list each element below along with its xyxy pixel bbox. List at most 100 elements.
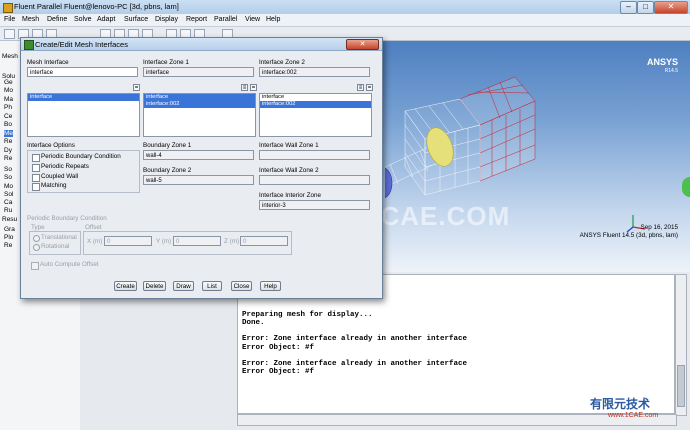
nav-item[interactable]: Bo — [4, 121, 12, 128]
nav-item[interactable]: So — [4, 166, 12, 173]
close-button[interactable]: Close — [231, 281, 252, 291]
rotational-radio[interactable] — [33, 244, 40, 251]
nav-header-results[interactable]: Resu — [2, 216, 17, 223]
periodic-bc-checkbox[interactable] — [32, 154, 40, 162]
interface-zone1-list[interactable]: interface interface:002 — [143, 93, 256, 137]
help-button[interactable]: Help — [260, 281, 281, 291]
maximize-button[interactable]: □ — [637, 1, 654, 14]
mesh-geometry — [385, 76, 536, 198]
menu-display[interactable]: Display — [155, 16, 178, 23]
interface-zone2-label: Interface Zone 2 — [259, 59, 305, 66]
mesh-interface-input[interactable]: interface — [27, 67, 138, 77]
nav-item[interactable]: Mo — [4, 183, 13, 190]
menu-help[interactable]: Help — [266, 16, 280, 23]
nav-item[interactable]: Re — [4, 155, 12, 162]
draw-button[interactable]: Draw — [173, 281, 194, 291]
mesh-interface-list[interactable]: interface — [27, 93, 140, 137]
menu-mesh[interactable]: Mesh — [22, 16, 39, 23]
nav-item[interactable]: Gra — [4, 226, 15, 233]
side-tab-icon[interactable] — [682, 177, 690, 197]
window-title: Fluent Parallel Fluent@lenovo-PC [3d, pb… — [14, 2, 179, 11]
nav-item[interactable]: Ge — [4, 79, 13, 86]
deselect-all-button[interactable]: = — [133, 84, 140, 91]
menu-parallel[interactable]: Parallel — [214, 16, 237, 23]
periodic-bc-section-label: Periodic Boundary Condition — [27, 215, 107, 222]
matching-checkbox[interactable] — [32, 183, 40, 191]
nav-item[interactable]: Re — [4, 242, 12, 249]
matching-label: Matching — [41, 182, 67, 189]
deselect-zone1-button[interactable]: = — [250, 84, 257, 91]
nav-item-selected[interactable]: Me — [4, 130, 14, 137]
menu-view[interactable]: View — [245, 16, 260, 23]
periodic-repeats-checkbox[interactable] — [32, 164, 40, 172]
open-icon[interactable] — [4, 29, 15, 39]
close-window-button[interactable]: ✕ — [654, 1, 688, 14]
nav-item[interactable]: Ca — [4, 199, 12, 206]
x-offset-input[interactable]: 0 — [104, 236, 152, 246]
auto-compute-offset-checkbox[interactable] — [31, 262, 39, 270]
scroll-thumb[interactable] — [677, 365, 685, 407]
interface-interior-zone-label: Interface Interior Zone — [259, 192, 321, 199]
menu-adapt[interactable]: Adapt — [97, 16, 115, 23]
corner-watermark-url: www.1CAE.com — [608, 412, 659, 419]
nav-item[interactable]: Ru — [4, 207, 12, 214]
dialog-titlebar[interactable]: Create/Edit Mesh Interfaces ✕ — [21, 38, 382, 51]
interface-zone2-input[interactable]: interface:002 — [259, 67, 370, 77]
nav-item[interactable]: Re — [4, 138, 12, 145]
plot-product: ANSYS Fluent 14.5 (3d, pbns, lam) — [579, 232, 678, 239]
list-item[interactable]: interface — [144, 94, 255, 101]
nav-item[interactable]: Mo — [4, 87, 13, 94]
offset-label: Offset — [85, 224, 102, 231]
translational-radio[interactable] — [33, 235, 40, 242]
interface-zone1-input[interactable]: interface — [143, 67, 254, 77]
menu-define[interactable]: Define — [47, 16, 67, 23]
interface-wall-zone2-label: Interface Wall Zone 2 — [259, 167, 319, 174]
dialog-title: Create/Edit Mesh Interfaces — [35, 40, 128, 49]
nav-header-mesh[interactable]: Mesh — [2, 53, 18, 60]
z-offset-input[interactable]: 0 — [240, 236, 288, 246]
window-titlebar: Fluent Parallel Fluent@lenovo-PC [3d, pb… — [0, 0, 690, 15]
nav-header-solution[interactable]: Solu — [2, 73, 15, 80]
dialog-close-button[interactable]: ✕ — [346, 39, 379, 50]
interface-zone2-list[interactable]: interface interface:002 — [259, 93, 372, 137]
delete-button[interactable]: Delete — [143, 281, 166, 291]
interface-wall-zone1-label: Interface Wall Zone 1 — [259, 142, 319, 149]
type-label: Type — [31, 224, 45, 231]
nav-item[interactable]: Ce — [4, 113, 12, 120]
auto-compute-offset-label: Auto Compute Offset — [40, 261, 99, 268]
nav-item[interactable]: Plo — [4, 234, 13, 241]
rotational-label: Rotational — [41, 243, 70, 250]
console-vertical-scrollbar[interactable] — [675, 274, 687, 416]
menu-report[interactable]: Report — [186, 16, 207, 23]
dialog-app-icon — [24, 40, 34, 50]
nav-item[interactable]: Sol — [4, 191, 13, 198]
boundary-zone1-label: Boundary Zone 1 — [143, 142, 192, 149]
list-item[interactable]: interface:002 — [260, 101, 371, 108]
menu-file[interactable]: File — [4, 16, 15, 23]
menu-solve[interactable]: Solve — [74, 16, 92, 23]
nav-item[interactable]: So — [4, 174, 12, 181]
z-offset-label: Z (m) — [224, 238, 240, 245]
coupled-wall-checkbox[interactable] — [32, 174, 40, 182]
menu-surface[interactable]: Surface — [124, 16, 148, 23]
list-item[interactable]: interface — [28, 94, 139, 101]
interface-zone1-label: Interface Zone 1 — [143, 59, 189, 66]
nav-item[interactable]: Dy — [4, 147, 12, 154]
create-edit-mesh-interfaces-dialog: Create/Edit Mesh Interfaces ✕ Mesh Inter… — [20, 37, 383, 299]
select-all-zone2-button[interactable]: ≡ — [357, 84, 364, 91]
select-all-zone1-button[interactable]: ≡ — [241, 84, 248, 91]
list-item[interactable]: interface:002 — [144, 101, 255, 108]
list-item[interactable]: interface — [260, 94, 371, 101]
minimize-button[interactable]: – — [620, 1, 637, 14]
nav-item[interactable]: Ph — [4, 104, 12, 111]
boundary-zone1-field: wall-4 — [143, 150, 254, 160]
create-button[interactable]: Create — [114, 281, 137, 291]
list-button[interactable]: List — [202, 281, 222, 291]
periodic-repeats-label: Periodic Repeats — [41, 163, 89, 170]
ansys-logo: ANSYS — [646, 57, 678, 67]
corner-watermark: 有限元技术 — [590, 397, 651, 411]
fluent-app-icon — [3, 3, 13, 13]
deselect-zone2-button[interactable]: = — [366, 84, 373, 91]
y-offset-input[interactable]: 0 — [173, 236, 221, 246]
nav-item[interactable]: Ma — [4, 96, 13, 103]
